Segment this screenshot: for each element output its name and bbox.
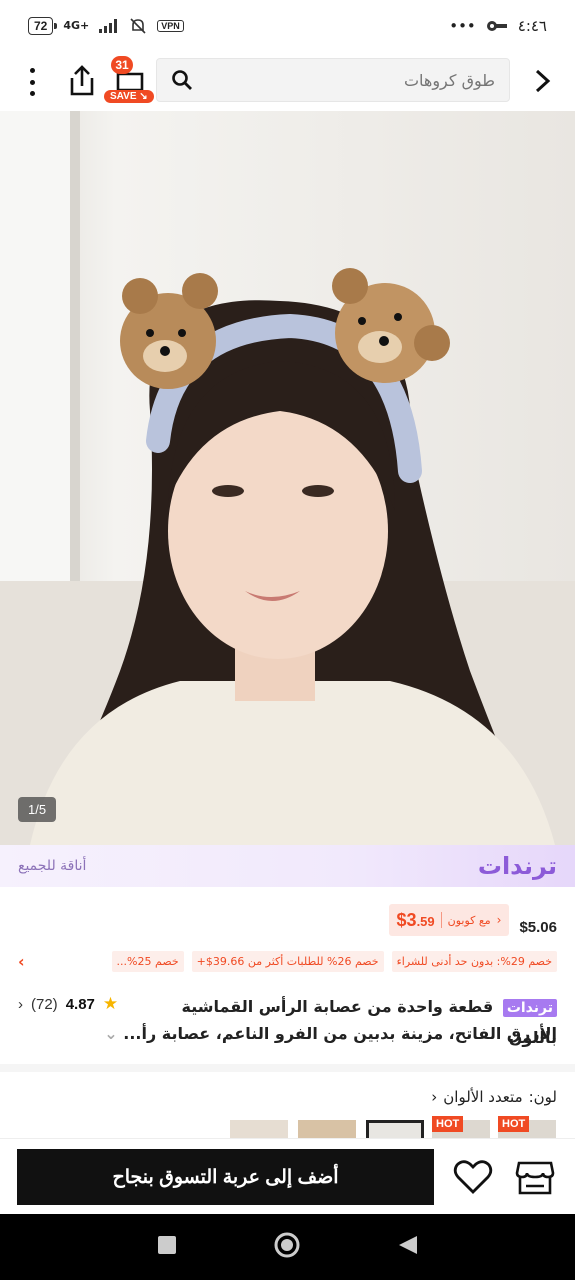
color-value: متعدد الألوان: [443, 1088, 523, 1106]
vpn-badge: VPN: [157, 20, 184, 32]
discount-tag[interactable]: خصم 29%: بدون حد أدنى للشراء: [391, 950, 557, 972]
color-label: لون:: [528, 1088, 557, 1106]
share-icon: [70, 65, 94, 96]
search-icon[interactable]: [171, 69, 193, 91]
dot: [29, 91, 35, 96]
product-title-block[interactable]: › (72) 4.87 ★ ترندات قطعة واحدة من عصابة…: [0, 988, 575, 1052]
trends-logo: ترندات: [477, 852, 557, 880]
cart-button[interactable]: 31 SAVE ↘: [104, 56, 158, 108]
key-icon: [486, 21, 507, 31]
original-price: $5.06: [519, 918, 557, 936]
battery-icon: 72: [28, 17, 58, 35]
coupon-price: $3.59: [397, 910, 435, 931]
product-photo: [0, 111, 575, 845]
back-button[interactable]: [531, 66, 555, 96]
coupon-price-pill[interactable]: $3.59 مع كوبون ›: [388, 904, 510, 936]
rating-score: 4.87: [65, 995, 95, 1013]
status-dots: •••: [449, 17, 476, 35]
trends-tag: ترندات: [502, 999, 557, 1017]
hot-badge: HOT: [498, 1116, 530, 1132]
status-bar: 72 4G+ VPN ••• ٤:٤٦: [0, 0, 575, 52]
cart-save-badge: SAVE ↘: [104, 90, 154, 103]
home-button[interactable]: [273, 1231, 301, 1263]
share-button[interactable]: [66, 64, 98, 98]
more-menu-button[interactable]: [22, 66, 42, 98]
coupon-price-main: $3: [396, 909, 417, 930]
color-swatch-selected[interactable]: [366, 1120, 424, 1138]
product-image[interactable]: 1/5: [0, 111, 575, 845]
network-indicator: 4G+: [63, 19, 90, 32]
system-navigation-bar: [0, 1214, 575, 1280]
coupon-label: مع كوبون: [447, 913, 491, 927]
heart-icon: [453, 1160, 493, 1194]
circle-icon: [274, 1232, 299, 1258]
discount-tag[interactable]: خصم 25%...: [111, 950, 184, 972]
signal-icon: [99, 19, 118, 33]
star-icon: ★: [102, 994, 119, 1013]
triangle-back-icon: [398, 1236, 417, 1254]
status-right: ••• ٤:٤٦: [449, 17, 547, 35]
trends-tagline: أناقة للجميع: [18, 858, 87, 874]
discounts-more-chevron-icon[interactable]: ›: [18, 952, 25, 971]
price-row: $5.06 $3.59 مع كوبون ›: [0, 900, 575, 940]
top-nav: 31 SAVE ↘: [0, 52, 575, 110]
back-nav-button[interactable]: [397, 1234, 419, 1260]
coupon-divider: [440, 912, 442, 928]
battery-level: 72: [34, 19, 48, 33]
store-icon: [515, 1161, 555, 1195]
discount-tag[interactable]: خصم 26% للطلبات أكثر من 39.66$+: [191, 950, 384, 972]
color-swatch[interactable]: [230, 1120, 288, 1138]
coupon-price-cents: .59: [416, 913, 435, 929]
product-title-text-2: الأزرق الفاتح، مزينة بدبين من الفرو النا…: [123, 1024, 557, 1043]
clock: ٤:٤٦: [517, 17, 547, 35]
expand-chevron-icon[interactable]: ⌄: [104, 1024, 117, 1043]
dot: [29, 68, 35, 73]
chevron-right-icon: ›: [18, 995, 23, 1013]
review-count: (72): [31, 995, 58, 1013]
section-divider: [0, 1064, 575, 1072]
rating-summary[interactable]: › (72) 4.87 ★: [18, 994, 118, 1014]
color-swatches: HOT HOT: [0, 1116, 575, 1138]
square-icon: [157, 1236, 176, 1254]
recents-button[interactable]: [157, 1235, 177, 1259]
status-left: 72 4G+ VPN: [28, 17, 184, 35]
search-box[interactable]: [156, 58, 510, 102]
color-swatch[interactable]: [298, 1120, 356, 1138]
chevron-right-icon: ›: [496, 913, 502, 927]
mute-icon: [130, 18, 146, 34]
dot: [29, 79, 35, 85]
chevron-right-icon: [535, 69, 551, 93]
cart-save-label: SAVE: [110, 91, 137, 102]
add-to-cart-button[interactable]: أضف إلى عربة التسوق بنجاح: [17, 1149, 434, 1205]
color-selector-header[interactable]: لون: متعدد الألوان ‹: [0, 1082, 575, 1112]
hot-badge: HOT: [432, 1116, 464, 1132]
store-button[interactable]: [514, 1157, 556, 1197]
image-page-indicator: 1/5: [18, 797, 57, 822]
trends-banner[interactable]: أناقة للجميع ترندات: [0, 845, 575, 887]
wishlist-button[interactable]: [452, 1157, 494, 1197]
chevron-left-icon: ‹: [431, 1088, 438, 1106]
product-title-line1: ترندات قطعة واحدة من عصابة الرأس القماشي…: [147, 992, 557, 1053]
search-input[interactable]: [193, 70, 495, 90]
discount-row: خصم 29%: بدون حد أدنى للشراء خصم 26% للط…: [0, 948, 575, 974]
product-title-line2: الأزرق الفاتح، مزينة بدبين من الفرو النا…: [17, 1024, 557, 1043]
cart-count-badge: 31: [111, 56, 133, 74]
bottom-action-bar: أضف إلى عربة التسوق بنجاح: [0, 1138, 575, 1214]
